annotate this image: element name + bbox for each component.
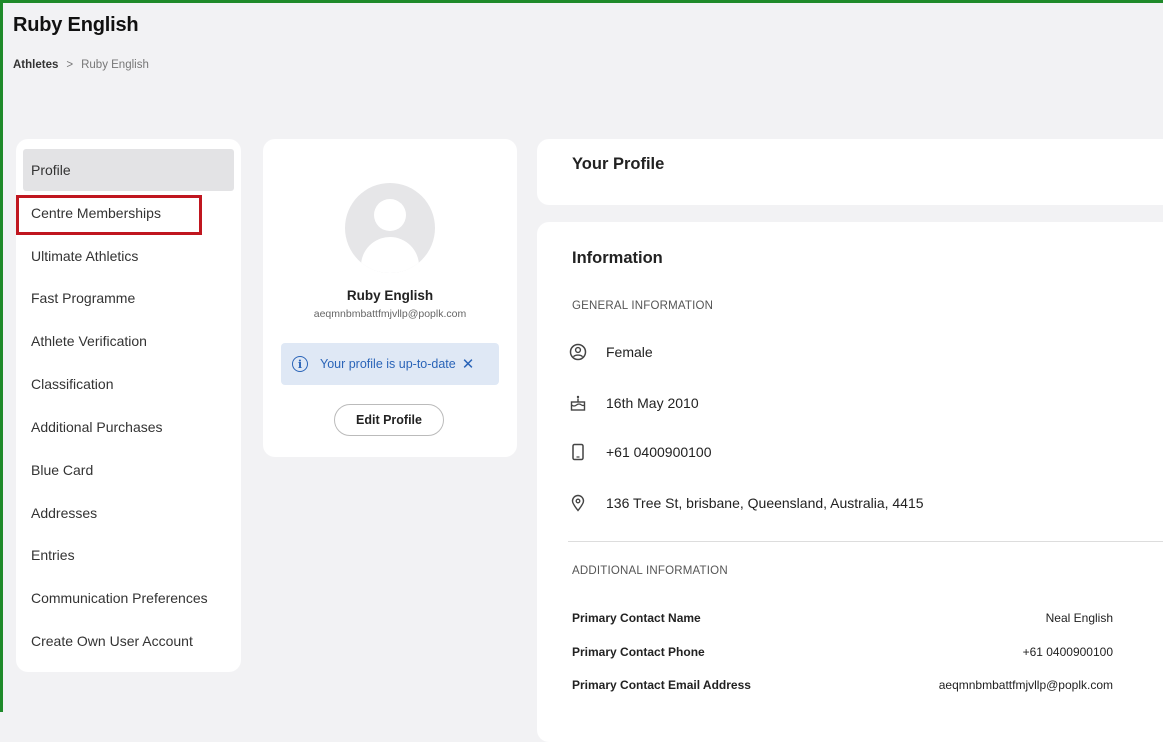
dob-value: 16th May 2010 xyxy=(606,395,699,411)
general-information-label: GENERAL INFORMATION xyxy=(572,300,714,312)
profile-name: Ruby English xyxy=(346,288,434,303)
info-icon: i xyxy=(292,356,308,372)
sidebar-item-profile[interactable]: Profile xyxy=(23,149,234,191)
sidebar-item-entries[interactable]: Entries xyxy=(23,534,234,576)
additional-information-label: ADDITIONAL INFORMATION xyxy=(572,565,728,577)
avatar-body-shape xyxy=(361,237,419,273)
profile-status-text: Your profile is up-to-date xyxy=(320,357,456,371)
primary-contact-name-value: Neal English xyxy=(1045,611,1113,625)
close-icon[interactable]: ✕ xyxy=(462,355,475,373)
avatar-head-shape xyxy=(374,199,406,231)
sidebar-item-classification[interactable]: Classification xyxy=(23,363,234,405)
gender-row: Female xyxy=(568,342,653,362)
gender-value: Female xyxy=(606,344,653,360)
person-circle-icon xyxy=(568,342,588,362)
phone-row: +61 0400900100 xyxy=(568,442,712,462)
edit-profile-button[interactable]: Edit Profile xyxy=(334,404,444,436)
breadcrumb-current: Ruby English xyxy=(81,59,149,71)
address-value: 136 Tree St, brisbane, Queensland, Austr… xyxy=(606,495,924,511)
profile-email: aeqmnbmbattfmjvllp@poplk.com xyxy=(313,308,467,320)
profile-summary-card: Ruby English aeqmnbmbattfmjvllp@poplk.co… xyxy=(263,139,517,457)
dob-row: 16th May 2010 xyxy=(568,393,699,413)
location-pin-icon xyxy=(568,493,588,513)
section-divider xyxy=(568,541,1163,542)
information-card: Information GENERAL INFORMATION Female 1… xyxy=(537,222,1163,742)
sidebar-item-centre-memberships[interactable]: Centre Memberships xyxy=(23,192,234,234)
profile-status-notice: i Your profile is up-to-date ✕ xyxy=(281,343,499,385)
page-title: Ruby English xyxy=(13,14,139,36)
primary-contact-email-label: Primary Contact Email Address xyxy=(572,678,751,692)
primary-contact-name-label: Primary Contact Name xyxy=(572,611,701,625)
primary-contact-phone-label: Primary Contact Phone xyxy=(572,645,705,659)
phone-icon xyxy=(568,442,588,462)
sidebar-item-create-own-user-account[interactable]: Create Own User Account xyxy=(23,620,234,662)
address-row: 136 Tree St, brisbane, Queensland, Austr… xyxy=(568,493,924,513)
phone-value: +61 0400900100 xyxy=(606,444,712,460)
sidebar-item-additional-purchases[interactable]: Additional Purchases xyxy=(23,406,234,448)
primary-contact-phone-value: +61 0400900100 xyxy=(1022,645,1113,659)
sidebar-nav: Profile Centre Memberships Ultimate Athl… xyxy=(16,139,241,672)
birthday-cake-icon xyxy=(568,393,588,413)
your-profile-card: Your Profile xyxy=(537,139,1163,205)
information-title: Information xyxy=(572,249,663,267)
sidebar-item-ultimate-athletics[interactable]: Ultimate Athletics xyxy=(23,235,234,277)
breadcrumb-athletes-link[interactable]: Athletes xyxy=(13,59,58,71)
primary-contact-email-value: aeqmnbmbattfmjvllp@poplk.com xyxy=(938,678,1113,692)
sidebar-item-addresses[interactable]: Addresses xyxy=(23,492,234,534)
avatar xyxy=(345,183,435,273)
your-profile-title: Your Profile xyxy=(572,155,665,173)
sidebar-item-communication-preferences[interactable]: Communication Preferences xyxy=(23,577,234,619)
breadcrumb-separator: > xyxy=(66,59,74,71)
sidebar-item-blue-card[interactable]: Blue Card xyxy=(23,449,234,491)
sidebar-item-athlete-verification[interactable]: Athlete Verification xyxy=(23,320,234,362)
sidebar-item-fast-programme[interactable]: Fast Programme xyxy=(23,277,234,319)
breadcrumb: Athletes > Ruby English xyxy=(13,59,149,71)
